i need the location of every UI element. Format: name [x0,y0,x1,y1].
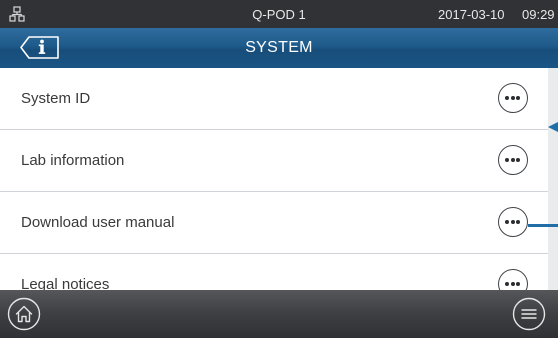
list-item-system-id[interactable]: System ID [0,68,548,130]
more-options-icon [505,282,509,286]
more-options-button[interactable] [498,83,528,113]
scrollbar[interactable] [548,68,558,290]
list-item-label: Download user manual [21,214,175,231]
home-button[interactable] [7,297,41,331]
scroll-indicator-arrow-icon [548,122,558,132]
page-title: SYSTEM [245,39,313,56]
more-options-button[interactable] [498,145,528,175]
more-options-button[interactable] [498,207,528,237]
status-date: 2017-03-10 [438,7,505,22]
list-item-label: Lab information [21,152,125,169]
more-options-icon [505,220,509,224]
more-options-button[interactable] [498,269,528,290]
list-item-label: Legal notices [21,276,110,290]
list-item-download-user-manual[interactable]: Download user manual [0,192,548,254]
more-options-icon [505,96,509,100]
more-options-icon [505,158,509,162]
list-item-label: System ID [21,90,91,107]
menu-icon [521,309,537,319]
connector-line [528,224,558,227]
title-bar: SYSTEM [0,28,558,68]
home-icon [15,305,33,323]
bottom-bar [0,290,558,338]
list-item-lab-information[interactable]: Lab information [0,130,548,192]
list-item-legal-notices[interactable]: Legal notices [0,254,548,290]
menu-button[interactable] [511,297,547,331]
settings-list[interactable]: System ID Lab information Download user … [0,68,548,290]
status-bar: Q-POD 1 2017-03-10 09:29 [0,0,558,28]
status-time: 09:29 [522,7,555,22]
